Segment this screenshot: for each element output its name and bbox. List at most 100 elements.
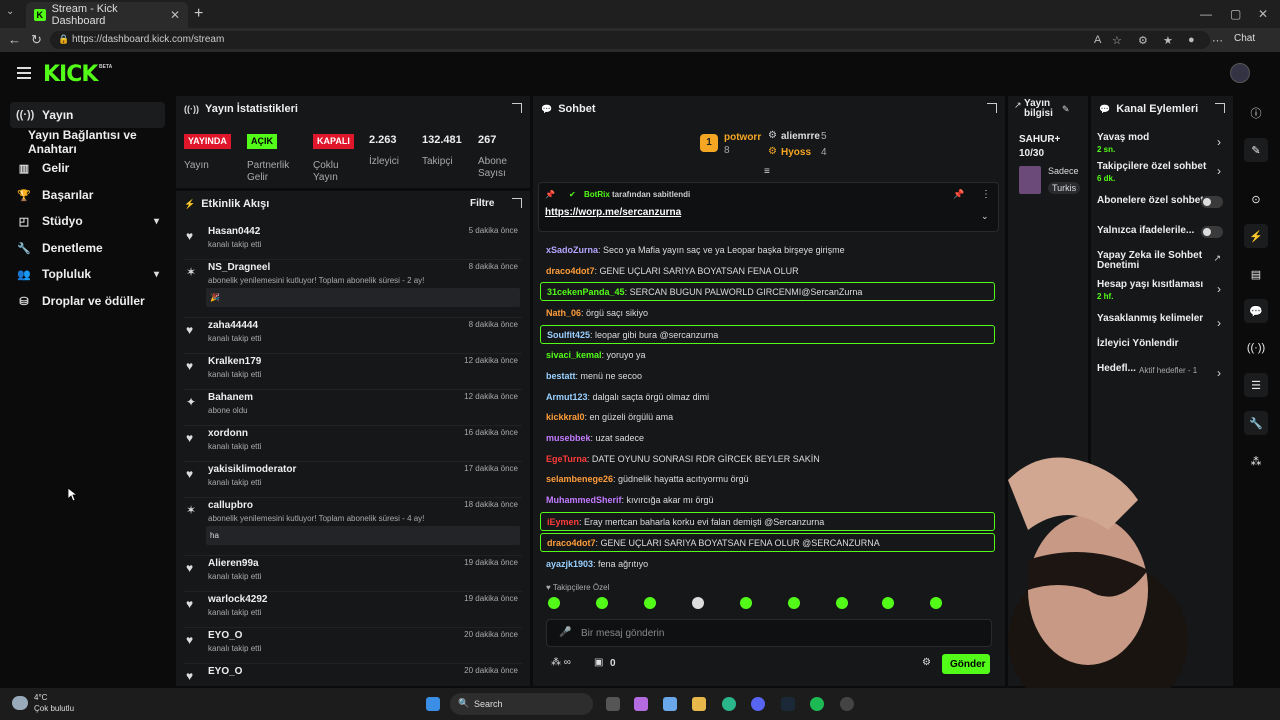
leader-name-1[interactable]: potworr (724, 132, 761, 143)
activity-username[interactable]: EYO_O (208, 630, 242, 641)
taskbar-search[interactable]: 🔍 Search (450, 693, 593, 715)
chat-input[interactable]: 🎤 Bir mesaj gönderin (546, 619, 992, 647)
microphone-icon[interactable]: 🎤 (559, 627, 571, 638)
channel-action-item[interactable]: Takipçilere özel sohbet 6 dk. › (1097, 162, 1225, 184)
channel-action-item[interactable]: Yapay Zeka ile Sohbet Denetimi ↗ (1097, 251, 1225, 271)
sidebar-item-studyo[interactable]: ◰ Stüdyo ▾ (10, 208, 165, 234)
chat-message[interactable]: Armut123: dalgalı saçta örgü olmaz dimi (540, 388, 995, 407)
chat-username[interactable]: Armut123 (546, 392, 588, 402)
channel-action-item[interactable]: Hesap yaşı kısıtlaması 2 hf. › (1097, 280, 1225, 302)
list-icon[interactable]: ☰ (1244, 373, 1268, 397)
chat-username[interactable]: Nath_06 (546, 308, 581, 318)
activity-username[interactable]: yakisiklimoderator (208, 464, 296, 475)
category-thumbnail[interactable] (1019, 166, 1041, 194)
expand-icon[interactable] (987, 103, 997, 113)
task-view-icon[interactable] (606, 697, 620, 711)
user-avatar[interactable] (1230, 63, 1250, 83)
pinned-by[interactable]: BotRix (584, 190, 610, 199)
connections-icon[interactable]: ⁂ ∞ (551, 657, 571, 668)
chat-message[interactable]: MuhammedSherif: kıvırcığa akar mı örgü (540, 491, 995, 510)
channel-action-item[interactable]: Yavaş mod 2 sn. › (1097, 133, 1225, 155)
chat-message[interactable]: kickkral0: en güzeli örgülü ama (540, 408, 995, 427)
activity-username[interactable]: callupbro (208, 500, 253, 511)
chat-icon[interactable]: 💬 (1244, 299, 1268, 323)
discord-icon[interactable] (751, 697, 765, 711)
chat-message[interactable]: bestatt: menü ne secoo (540, 367, 995, 386)
sidebar-item-basarilar[interactable]: 🏆 Başarılar (10, 182, 165, 208)
emote-icon[interactable] (740, 597, 752, 609)
expand-icon[interactable] (512, 198, 522, 208)
toggle-switch[interactable] (1201, 226, 1223, 238)
wrench-icon[interactable]: 🔧 (1244, 411, 1268, 435)
windows-start-icon[interactable] (426, 697, 440, 711)
tab-menu-icon[interactable]: ⌄ (6, 6, 20, 20)
chat-username[interactable]: MuhammedSherif (546, 495, 622, 505)
channel-action-item[interactable]: Hedefl... Aktif hedefler - 1 › (1097, 364, 1225, 381)
spotify-icon[interactable] (810, 697, 824, 711)
pinned-link[interactable]: https://worp.me/sercanzurna (545, 207, 681, 218)
activity-username[interactable]: EYO_O (208, 666, 242, 677)
emote-icon[interactable] (836, 597, 848, 609)
sidebar-item-droplar[interactable]: ⛁ Droplar ve ödüller (10, 288, 165, 314)
edge-icon[interactable] (722, 697, 736, 711)
favorites-icon[interactable]: ★ (1163, 34, 1173, 47)
chevron-down-icon[interactable]: ⌄ (981, 211, 989, 222)
chat-message[interactable]: selambenege26: güdnelik hayatta acıtıyor… (540, 470, 995, 489)
edit-icon[interactable]: ✎ (1062, 104, 1070, 115)
steam-icon[interactable] (781, 697, 795, 711)
chat-username[interactable]: 31cekenPanda_45 (547, 287, 625, 297)
activity-username[interactable]: xordonn (208, 428, 248, 439)
activity-username[interactable]: Alieren99a (208, 558, 259, 569)
emote-icon[interactable] (692, 597, 704, 609)
chat-username[interactable]: iEymen (547, 517, 579, 527)
chat-username[interactable]: Soulfit425 (547, 330, 590, 340)
channel-action-item[interactable]: Abonelere özel sohbet (1097, 196, 1225, 208)
broadcast-icon[interactable]: ((·)) (1244, 336, 1268, 360)
activity-username[interactable]: warlock4292 (208, 594, 268, 605)
emote-icon[interactable] (596, 597, 608, 609)
chat-username[interactable]: musebbek (546, 433, 591, 443)
chat-message[interactable]: 31cekenPanda_45: SERCAN BUGUN PALWORLD G… (540, 282, 995, 302)
chat-message[interactable]: draco4dot7: GENE UÇLARI SARIYA BOYATSAN … (540, 262, 995, 281)
chat-message[interactable]: musebbek: uzat sadece (540, 429, 995, 448)
reload-icon[interactable]: ↻ (31, 32, 42, 48)
chat-username[interactable]: draco4dot7 (546, 266, 595, 276)
chat-message[interactable]: Nath_06: örgü saçı sikiyo (540, 304, 995, 323)
chat-username[interactable]: xSadoZurna (546, 245, 598, 255)
emote-icon[interactable] (882, 597, 894, 609)
new-tab-icon[interactable]: + (194, 5, 203, 23)
document-icon[interactable]: ▤ (1244, 262, 1268, 286)
extensions-icon[interactable]: ⚙ (1138, 34, 1148, 47)
filter-button[interactable]: Filtre (470, 198, 494, 209)
profile-icon[interactable]: ● (1188, 34, 1195, 46)
close-window-icon[interactable]: ✕ (1258, 7, 1268, 21)
activity-username[interactable]: NS_Dragneel (208, 262, 270, 273)
emote-icon[interactable] (548, 597, 560, 609)
toggle-switch[interactable] (1201, 196, 1223, 208)
browser-tab[interactable]: K Stream - Kick Dashboard ✕ (26, 2, 188, 28)
expand-icon[interactable] (1215, 103, 1225, 113)
chat-message[interactable]: xSadoZurna: Seco ya Mafia yayın saç ve y… (540, 241, 995, 260)
sidebar-item-gelir[interactable]: ▥ Gelir (10, 155, 165, 181)
file-explorer-icon[interactable] (692, 697, 706, 711)
chat-message[interactable]: iEymen: Eray mertcan baharla korku evi f… (540, 511, 995, 531)
read-aloud-icon[interactable]: A (1094, 34, 1101, 46)
expand-icon[interactable] (512, 103, 522, 113)
info-icon[interactable]: ⓘ (1244, 101, 1268, 125)
activity-username[interactable]: Kralken179 (208, 356, 261, 367)
emote-icon[interactable] (788, 597, 800, 609)
chat-username[interactable]: sivaci_kemal (546, 350, 602, 360)
store-icon[interactable]: ▣ (594, 657, 603, 668)
chat-username[interactable]: EgeTurna (546, 454, 587, 464)
emote-icon[interactable] (644, 597, 656, 609)
copilot-chat-button[interactable]: Chat (1234, 33, 1255, 44)
obs-icon[interactable] (840, 697, 854, 711)
menu-icon[interactable] (17, 67, 31, 79)
chat-username[interactable]: bestatt (546, 371, 576, 381)
chat-message[interactable]: EgeTurna: DATE OYUNU SONRASI RDR GİRCEK … (540, 450, 995, 469)
chat-username[interactable]: kickkral0 (546, 412, 585, 422)
chat-username[interactable]: draco4dot7 (547, 538, 596, 548)
activity-username[interactable]: zaha44444 (208, 320, 258, 331)
chat-settings-icon[interactable]: ⚙ (922, 657, 931, 668)
chat-message[interactable]: ayazjk1903: fena ağrıtıyo (540, 555, 995, 574)
